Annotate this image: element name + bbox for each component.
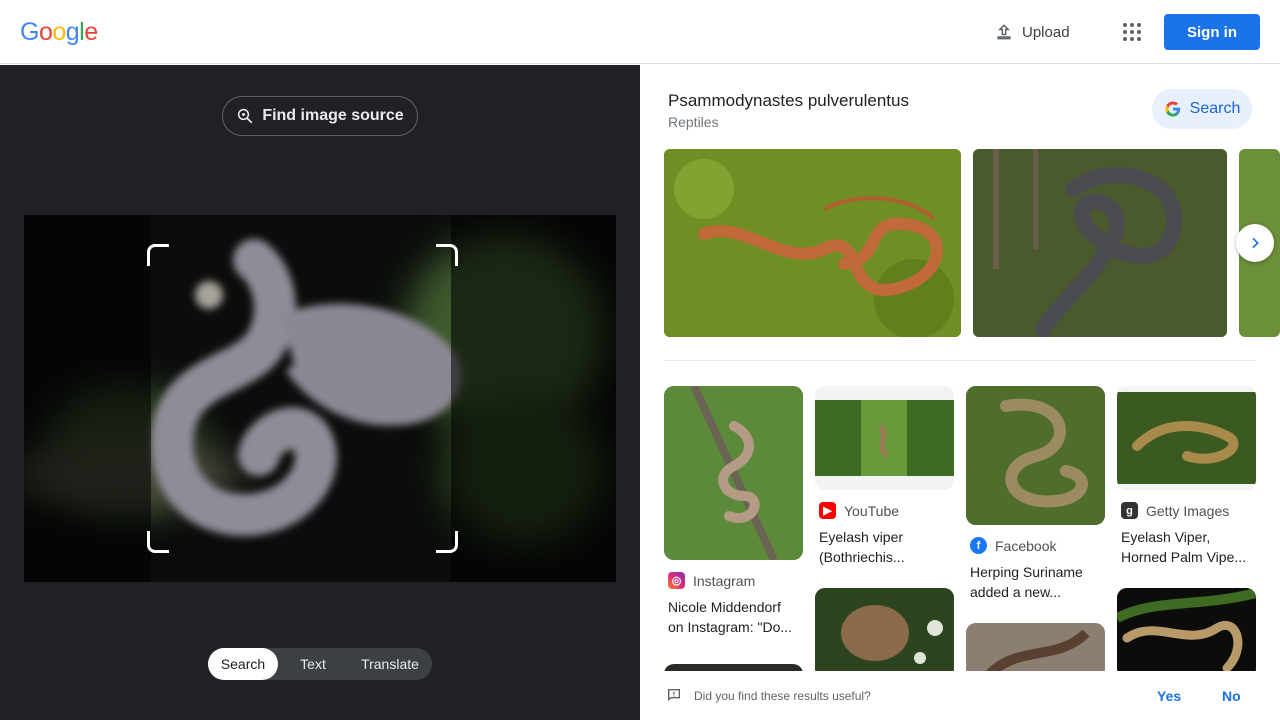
result-title[interactable]: Eyelash viper (Bothriechis... [815, 527, 950, 567]
find-image-source-button[interactable]: Find image source [222, 96, 418, 136]
logo-letter: o [52, 18, 66, 46]
crop-handle-bottom-right[interactable] [436, 531, 458, 553]
logo-letter: g [65, 18, 80, 46]
results-pane: Psammodynastes pulverulentus Reptiles Se… [640, 65, 1280, 720]
result-title[interactable]: Nicole Middendorf on Instagram: "Do... [664, 597, 799, 637]
getty-icon: g [1121, 502, 1138, 519]
result-thumbnail[interactable] [1117, 386, 1256, 490]
result-title-line: Eyelash Viper, [1121, 529, 1211, 545]
tab-search[interactable]: Search [208, 648, 278, 680]
result-card[interactable] [966, 623, 1105, 678]
tab-translate[interactable]: Translate [348, 648, 432, 680]
hero-image-1[interactable] [664, 149, 961, 337]
result-title[interactable]: Herping Suriname added a new... [966, 562, 1101, 602]
section-divider [664, 360, 1256, 361]
source-name: Getty Images [1146, 502, 1230, 519]
google-g-icon [1165, 101, 1180, 117]
result-source: ▶ YouTube [815, 502, 954, 519]
result-title[interactable]: Eyelash Viper, Horned Palm Vipe... [1117, 527, 1252, 567]
snake-photo [1117, 588, 1256, 678]
result-thumbnail[interactable] [815, 588, 954, 678]
chevron-right-icon [1252, 237, 1259, 249]
upload-label: Upload [1022, 23, 1070, 41]
snake-photo [966, 623, 1105, 678]
result-title-line: (Bothriechis... [819, 549, 905, 565]
result-source: f Facebook [966, 537, 1105, 554]
result-title-line: on Instagram: "Do... [668, 619, 793, 635]
result-thumbnail[interactable] [966, 386, 1105, 525]
upload-icon [997, 24, 1011, 40]
result-source: ◎ Instagram [664, 572, 803, 589]
source-name: Facebook [995, 537, 1057, 554]
google-logo[interactable]: Google [20, 18, 98, 47]
lens-mode-tabs: Search Text Translate [208, 648, 432, 680]
facebook-icon: f [970, 537, 987, 554]
result-title-line: added a new... [970, 584, 1062, 600]
result-card[interactable]: ▶ YouTube Eyelash viper (Bothriechis... [815, 386, 954, 567]
video-thumbnail [815, 386, 954, 490]
snake-photo [815, 588, 954, 678]
result-title-line: Nicole Middendorf [668, 599, 781, 615]
result-thumbnail[interactable] [966, 623, 1105, 678]
result-card[interactable] [1117, 588, 1256, 678]
query-image[interactable] [24, 215, 616, 582]
result-title-line: Eyelash viper [819, 529, 904, 545]
snake-photo [664, 149, 961, 337]
result-title-line: Herping Suriname [970, 564, 1083, 580]
feedback-yes-button[interactable]: Yes [1157, 688, 1181, 704]
find-image-source-label: Find image source [262, 107, 404, 124]
crop-handle-top-left[interactable] [147, 244, 169, 266]
hero-image-2[interactable] [973, 149, 1227, 337]
result-card[interactable]: ◎ Instagram Nicole Middendorf on Instagr… [664, 386, 803, 637]
lens-image-pane: Find image source Search Text Translate [0, 65, 640, 720]
feedback-bar: Did you find these results useful? Yes N… [640, 671, 1280, 720]
result-title-line: Horned Palm Vipe... [1121, 549, 1247, 565]
snake-photo [664, 386, 803, 560]
entity-search-button[interactable]: Search [1152, 89, 1252, 129]
apps-grid-icon [1123, 23, 1141, 41]
result-thumbnail[interactable] [815, 386, 954, 490]
logo-letter: o [38, 18, 53, 46]
logo-letter: e [84, 18, 98, 46]
crop-handle-top-right[interactable] [436, 244, 458, 266]
feedback-no-button[interactable]: No [1222, 688, 1241, 704]
result-thumbnail[interactable] [664, 386, 803, 560]
tab-text[interactable]: Text [278, 648, 348, 680]
sign-in-button[interactable]: Sign in [1164, 14, 1260, 50]
instagram-icon: ◎ [668, 572, 685, 589]
crop-dim-left [24, 215, 151, 582]
crop-dim-right [451, 215, 616, 582]
crop-handle-bottom-left[interactable] [147, 531, 169, 553]
result-thumbnail[interactable] [1117, 588, 1256, 678]
source-name: Instagram [693, 572, 756, 589]
snake-photo [966, 386, 1105, 525]
carousel-next-button[interactable] [1236, 224, 1274, 262]
feedback-question: Did you find these results useful? [694, 688, 871, 703]
snake-photo [973, 149, 1227, 337]
result-card[interactable]: f Facebook Herping Suriname added a new.… [966, 386, 1105, 602]
top-bar: Google Upload Sign in [0, 0, 1280, 64]
feedback-icon [668, 689, 680, 702]
entity-search-label: Search [1189, 100, 1241, 117]
logo-letter: G [20, 18, 39, 46]
source-name: YouTube [844, 502, 900, 519]
apps-grid-button[interactable] [1116, 16, 1148, 48]
result-card[interactable]: g Getty Images Eyelash Viper, Horned Pal… [1117, 386, 1256, 567]
entity-subtitle: Reptiles [668, 114, 719, 130]
entity-title[interactable]: Psammodynastes pulverulentus [668, 91, 909, 111]
lens-search-icon [238, 108, 253, 124]
upload-button[interactable]: Upload [984, 14, 1080, 50]
result-source: g Getty Images [1117, 502, 1256, 519]
snake-photo [1117, 386, 1256, 490]
youtube-icon: ▶ [819, 502, 836, 519]
result-card[interactable] [815, 588, 954, 678]
